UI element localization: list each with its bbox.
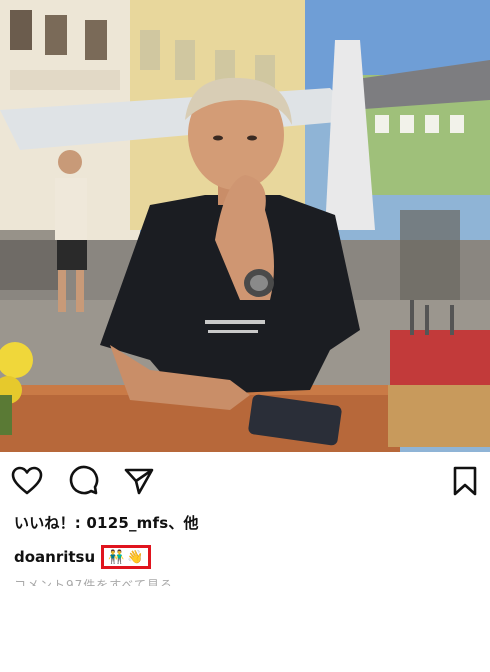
post-image[interactable] [0, 0, 490, 452]
comment-icon [69, 465, 99, 495]
view-all-comments-link[interactable]: コメント97件をすべて見る [14, 576, 173, 586]
post-caption: doanritsu 👬 👋 [14, 545, 151, 569]
people-emoji: 👬 [108, 549, 125, 565]
send-icon [124, 468, 154, 495]
heart-icon [11, 466, 43, 495]
post-action-bar [0, 452, 490, 508]
bookmark-icon [453, 466, 477, 496]
highlighted-emoji-box: 👬 👋 [101, 545, 151, 569]
comment-button[interactable] [66, 464, 100, 498]
post-photo-illustration [0, 0, 490, 452]
save-button[interactable] [448, 464, 482, 498]
caption-username[interactable]: doanritsu [14, 548, 95, 566]
like-button[interactable] [10, 464, 44, 498]
share-button[interactable] [122, 464, 156, 498]
likes-summary[interactable]: いいね！: 0125_mfs、他 [14, 512, 199, 533]
wave-emoji: 👋 [127, 549, 144, 565]
